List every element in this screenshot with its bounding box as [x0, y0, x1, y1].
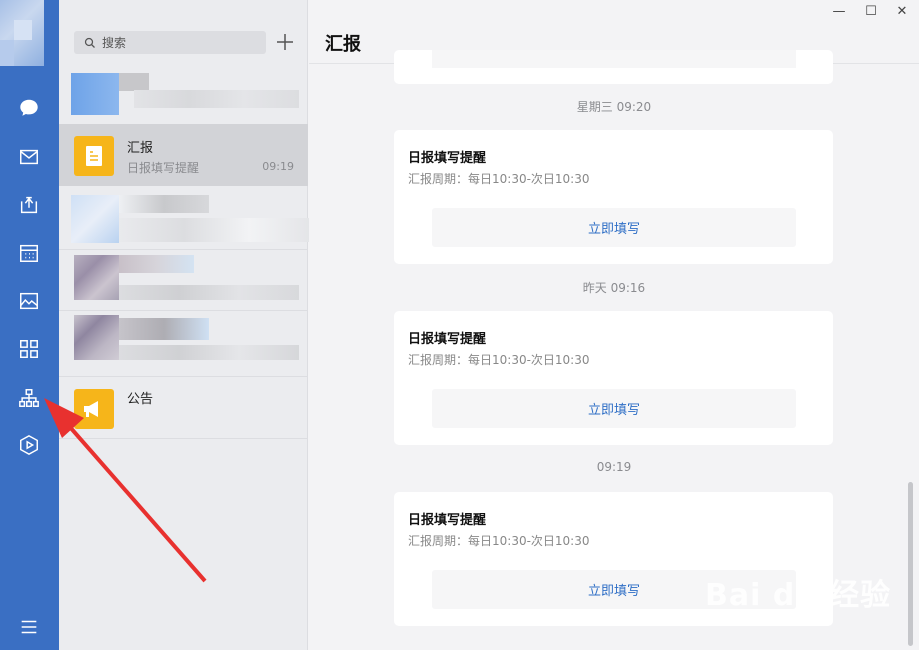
org-chart-icon[interactable] — [14, 383, 44, 413]
fill-now-button[interactable]: 立即填写 — [432, 389, 796, 428]
conversation-name: 公告 — [127, 392, 154, 407]
conversation-item-report[interactable]: 汇报 日报填写提醒 09:19 — [59, 124, 308, 186]
megaphone-icon — [74, 389, 114, 429]
chat-panel: — ☐ ✕ 汇报 星期三 09:20 日报填写提醒 汇报周期：每日10:30-次… — [309, 0, 919, 650]
message-timestamp: 昨天 09:16 — [582, 281, 646, 295]
search-icon — [84, 37, 95, 48]
conversation-name: 汇报 — [127, 141, 154, 156]
redacted-avatar — [71, 73, 119, 115]
card-period: 汇报周期：每日10:30-次日10:30 — [408, 534, 590, 548]
redacted-text — [119, 318, 209, 340]
add-icon[interactable] — [275, 32, 295, 52]
redacted-avatar — [71, 195, 119, 243]
image-icon[interactable] — [14, 286, 44, 316]
menu-icon[interactable] — [14, 612, 44, 642]
conversation-preview: 日报填写提醒 — [127, 161, 200, 175]
conversation-list: 搜索 汇报 日报填写提醒 09:19 公告 — [59, 0, 314, 650]
redacted-text — [119, 285, 299, 300]
minimize-button[interactable]: — — [830, 4, 848, 19]
list-divider — [59, 249, 308, 250]
avatar[interactable] — [0, 0, 44, 66]
redacted-avatar — [74, 315, 119, 360]
card-title: 日报填写提醒 — [408, 151, 487, 166]
maximize-button[interactable]: ☐ — [862, 4, 880, 19]
apps-grid-icon[interactable] — [14, 334, 44, 364]
search-input[interactable]: 搜索 — [74, 31, 266, 54]
conversation-time: 09:19 — [262, 160, 294, 173]
hexagon-play-icon[interactable] — [14, 430, 44, 460]
message-timestamp: 星期三 09:20 — [576, 100, 652, 114]
mail-icon[interactable] — [14, 142, 44, 172]
conversation-item-announcement[interactable]: 公告 — [59, 377, 308, 439]
baidu-watermark-logo: Bai du 经验 — [705, 578, 892, 613]
baidu-watermark-url: jingyan.baidu.com — [708, 612, 819, 626]
redacted-text — [119, 345, 299, 360]
card-title: 日报填写提醒 — [408, 332, 487, 347]
message-card: 日报填写提醒 汇报周期：每日10:30-次日10:30 立即填写 — [394, 130, 833, 264]
share-box-icon[interactable] — [14, 190, 44, 220]
message-card-previous — [394, 50, 833, 84]
card-period: 汇报周期：每日10:30-次日10:30 — [408, 353, 590, 367]
redacted-avatar — [74, 255, 119, 300]
scrollbar[interactable] — [908, 482, 913, 646]
card-title: 日报填写提醒 — [408, 513, 487, 528]
close-button[interactable]: ✕ — [893, 4, 911, 19]
redacted-text — [119, 73, 149, 91]
left-nav-rail — [0, 0, 59, 650]
message-card: 日报填写提醒 汇报周期：每日10:30-次日10:30 立即填写 — [394, 311, 833, 445]
redacted-text — [119, 218, 314, 242]
card-period: 汇报周期：每日10:30-次日10:30 — [408, 172, 590, 186]
list-divider — [59, 438, 308, 439]
calendar-icon[interactable] — [14, 238, 44, 268]
fill-now-button[interactable]: 立即填写 — [432, 208, 796, 247]
fill-now-button-clipped[interactable] — [432, 50, 796, 68]
redacted-text — [134, 90, 299, 108]
list-divider — [59, 310, 308, 311]
report-icon — [74, 136, 114, 176]
chat-title: 汇报 — [325, 34, 361, 55]
chat-icon[interactable] — [14, 93, 44, 123]
search-placeholder: 搜索 — [102, 36, 127, 50]
message-timestamp: 09:19 — [596, 460, 632, 474]
redacted-text — [119, 255, 194, 273]
redacted-text — [119, 195, 209, 213]
